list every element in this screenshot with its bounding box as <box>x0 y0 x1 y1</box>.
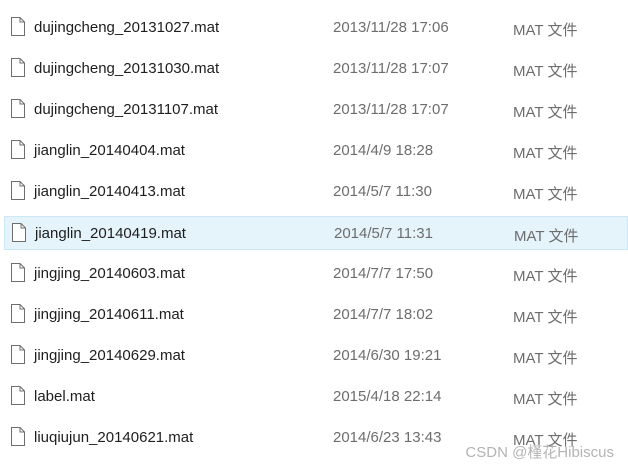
file-name: label.mat <box>34 388 95 405</box>
file-row[interactable]: jingjing_20140603.mat 2014/7/7 17:50 MAT 文… <box>4 257 628 291</box>
file-name: jianglin_20140413.mat <box>34 183 185 200</box>
file-icon <box>11 345 25 364</box>
file-date-modified: 2013/11/28 17:07 <box>333 101 449 118</box>
file-icon <box>11 140 25 159</box>
file-type: MAT 文件 <box>513 391 578 408</box>
file-icon <box>11 17 25 36</box>
file-icon <box>11 58 25 77</box>
file-icon <box>12 223 26 242</box>
file-icon <box>11 181 25 200</box>
file-type: MAT 文件 <box>513 63 578 80</box>
file-row[interactable]: dujingcheng_20131107.mat 2013/11/28 17:07… <box>4 93 628 127</box>
file-icon <box>11 427 25 446</box>
file-type: MAT 文件 <box>513 350 578 367</box>
file-type: MAT 文件 <box>513 268 578 285</box>
file-date-modified: 2014/6/23 13:43 <box>333 429 442 446</box>
file-date-modified: 2014/7/7 18:02 <box>333 306 434 323</box>
file-row[interactable]: label.mat 2015/4/18 22:14 MAT 文件 <box>4 380 628 414</box>
file-date-modified: 2014/6/30 19:21 <box>333 347 442 364</box>
file-name: jingjing_20140603.mat <box>34 265 185 282</box>
file-date-modified: 2014/7/7 17:50 <box>333 265 434 282</box>
file-name: jianglin_20140404.mat <box>34 142 185 159</box>
file-date-modified: 2015/4/18 22:14 <box>333 388 442 405</box>
file-date-modified: 2013/11/28 17:07 <box>333 60 449 77</box>
file-row-selected[interactable]: jianglin_20140419.mat 2014/5/7 11:31 MAT 文… <box>4 216 628 250</box>
file-date-modified: 2014/5/7 11:30 <box>333 183 432 200</box>
file-type: MAT 文件 <box>514 228 579 245</box>
file-row[interactable]: jingjing_20140611.mat 2014/7/7 18:02 MAT 文… <box>4 298 628 332</box>
file-row[interactable]: jianglin_20140413.mat 2014/5/7 11:30 MAT 文… <box>4 175 628 209</box>
file-type: MAT 文件 <box>513 145 578 162</box>
file-row[interactable]: dujingcheng_20131030.mat 2013/11/28 17:07… <box>4 52 628 86</box>
file-row[interactable]: jianglin_20140404.mat 2014/4/9 18:28 MAT 文… <box>4 134 628 168</box>
file-date-modified: 2014/4/9 18:28 <box>333 142 434 159</box>
watermark: CSDN @槿花Hibiscus <box>465 444 614 461</box>
file-icon <box>11 263 25 282</box>
file-type: MAT 文件 <box>513 186 578 203</box>
file-type: MAT 文件 <box>513 22 578 39</box>
file-icon <box>11 99 25 118</box>
file-list: dujingcheng_20131027.mat 2013/11/28 17:06… <box>0 0 628 467</box>
file-type: MAT 文件 <box>513 104 578 121</box>
file-type: MAT 文件 <box>513 309 578 326</box>
file-name: jingjing_20140629.mat <box>34 347 185 364</box>
file-name: dujingcheng_20131030.mat <box>34 60 220 77</box>
file-name: dujingcheng_20131027.mat <box>34 19 220 36</box>
file-row[interactable]: jingjing_20140629.mat 2014/6/30 19:21 MAT … <box>4 339 628 373</box>
file-date-modified: 2013/11/28 17:06 <box>333 19 449 36</box>
file-icon <box>11 386 25 405</box>
file-name: liuqiujun_20140621.mat <box>34 429 194 446</box>
file-icon <box>11 304 25 323</box>
file-name: dujingcheng_20131107.mat <box>34 101 219 118</box>
file-row[interactable]: dujingcheng_20131027.mat 2013/11/28 17:06… <box>4 11 628 45</box>
file-name: jingjing_20140611.mat <box>34 306 184 323</box>
file-date-modified: 2014/5/7 11:31 <box>334 225 433 242</box>
file-name: jianglin_20140419.mat <box>35 225 186 242</box>
